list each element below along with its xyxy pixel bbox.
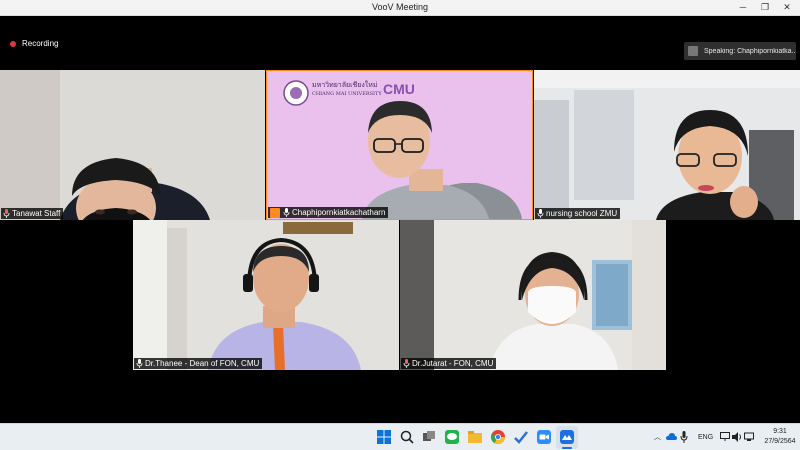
monitor-icon[interactable] <box>720 432 730 442</box>
participant-video <box>133 220 399 370</box>
mic-icon <box>537 209 544 218</box>
host-icon <box>270 207 280 218</box>
video-tile[interactable]: nursing school ZMU <box>534 70 800 220</box>
banner-thai-text: มหาวิทยาลัยเชียงใหม่ <box>312 81 378 89</box>
windows-taskbar: ︿ ENG 9:31 27/9/2564 <box>0 423 800 450</box>
todo-check-icon[interactable] <box>514 430 528 444</box>
mic-icon <box>136 359 143 368</box>
chrome-icon[interactable] <box>491 430 505 444</box>
microphone-icon[interactable] <box>680 431 688 443</box>
onedrive-cloud-icon[interactable] <box>666 432 677 441</box>
close-button[interactable]: ✕ <box>776 0 798 15</box>
participant-video <box>0 70 265 220</box>
zoom-app-icon[interactable] <box>537 430 551 444</box>
search-icon[interactable] <box>400 430 414 444</box>
banner-english-text: CHIANG MAI UNIVERSITY <box>312 91 382 97</box>
network-icon[interactable] <box>744 432 754 442</box>
video-tile[interactable]: Tanawat Staff <box>0 70 265 220</box>
university-banner: มหาวิทยาลัยเชียงใหม่ CHIANG MAI UNIVERSI… <box>312 81 382 99</box>
windows-start-icon[interactable] <box>377 430 391 444</box>
task-view-icon[interactable] <box>422 430 436 444</box>
participant-name: nursing school ZMU <box>546 209 618 218</box>
participant-name-label: Dr.Jutarat - FON, CMU <box>401 358 497 369</box>
recording-dot-icon <box>10 40 16 47</box>
video-tile[interactable]: Dr.Jutarat - FON, CMU <box>400 220 666 370</box>
clock[interactable]: 9:31 27/9/2564 <box>762 427 798 447</box>
participant-video <box>400 220 666 370</box>
recording-indicator[interactable]: Recording <box>10 39 58 48</box>
input-language-indicator[interactable]: ENG <box>698 434 713 441</box>
chevron-up-icon[interactable]: ︿ <box>654 432 661 442</box>
speaking-label: Speaking: Chaphipornkiatka... <box>704 47 796 55</box>
recording-label: Recording <box>22 39 59 48</box>
title-bar: VooV Meeting ─ ❐ ✕ <box>0 0 800 16</box>
mic-icon <box>283 208 290 217</box>
volume-icon[interactable] <box>732 432 742 442</box>
window-title: VooV Meeting <box>371 2 429 12</box>
participant-name: Tanawat Staff <box>12 209 61 218</box>
voov-meeting-icon <box>560 430 574 444</box>
video-tile-active-speaker[interactable]: มหาวิทยาลัยเชียงใหม่ CHIANG MAI UNIVERSI… <box>266 70 533 220</box>
voov-meeting-taskbar-button[interactable] <box>556 426 578 449</box>
active-app-indicator <box>562 447 572 449</box>
clock-date: 27/9/2564 <box>764 438 796 445</box>
minimize-button[interactable]: ─ <box>732 0 754 15</box>
restore-button[interactable]: ❐ <box>754 0 776 15</box>
participant-name-label: nursing school ZMU <box>535 208 621 219</box>
meeting-window: VooV Meeting ─ ❐ ✕ Recording Speaking: C… <box>0 0 800 450</box>
file-explorer-icon[interactable] <box>468 430 482 444</box>
participant-name: Dr.Jutarat - FON, CMU <box>412 359 494 368</box>
speaker-avatar <box>688 46 698 56</box>
participant-name-label: Tanawat Staff <box>1 208 64 219</box>
mic-muted-icon <box>3 209 10 218</box>
participant-name: Dr.Thanee - Dean of FON, CMU <box>145 359 260 368</box>
speaking-indicator: Speaking: Chaphipornkiatka... <box>684 42 796 60</box>
participant-name-label: Dr.Thanee - Dean of FON, CMU <box>134 358 263 369</box>
cmu-logo-text: CMU <box>383 81 415 97</box>
video-tile[interactable]: Dr.Thanee - Dean of FON, CMU <box>133 220 399 370</box>
participant-name: Chaphipornkiatkachatharn <box>292 208 386 217</box>
clock-time: 9:31 <box>773 428 787 435</box>
participant-name-label: Chaphipornkiatkachatharn <box>268 207 389 218</box>
mic-muted-icon <box>403 359 410 368</box>
participant-video <box>534 70 800 220</box>
line-app-icon[interactable] <box>445 430 459 444</box>
